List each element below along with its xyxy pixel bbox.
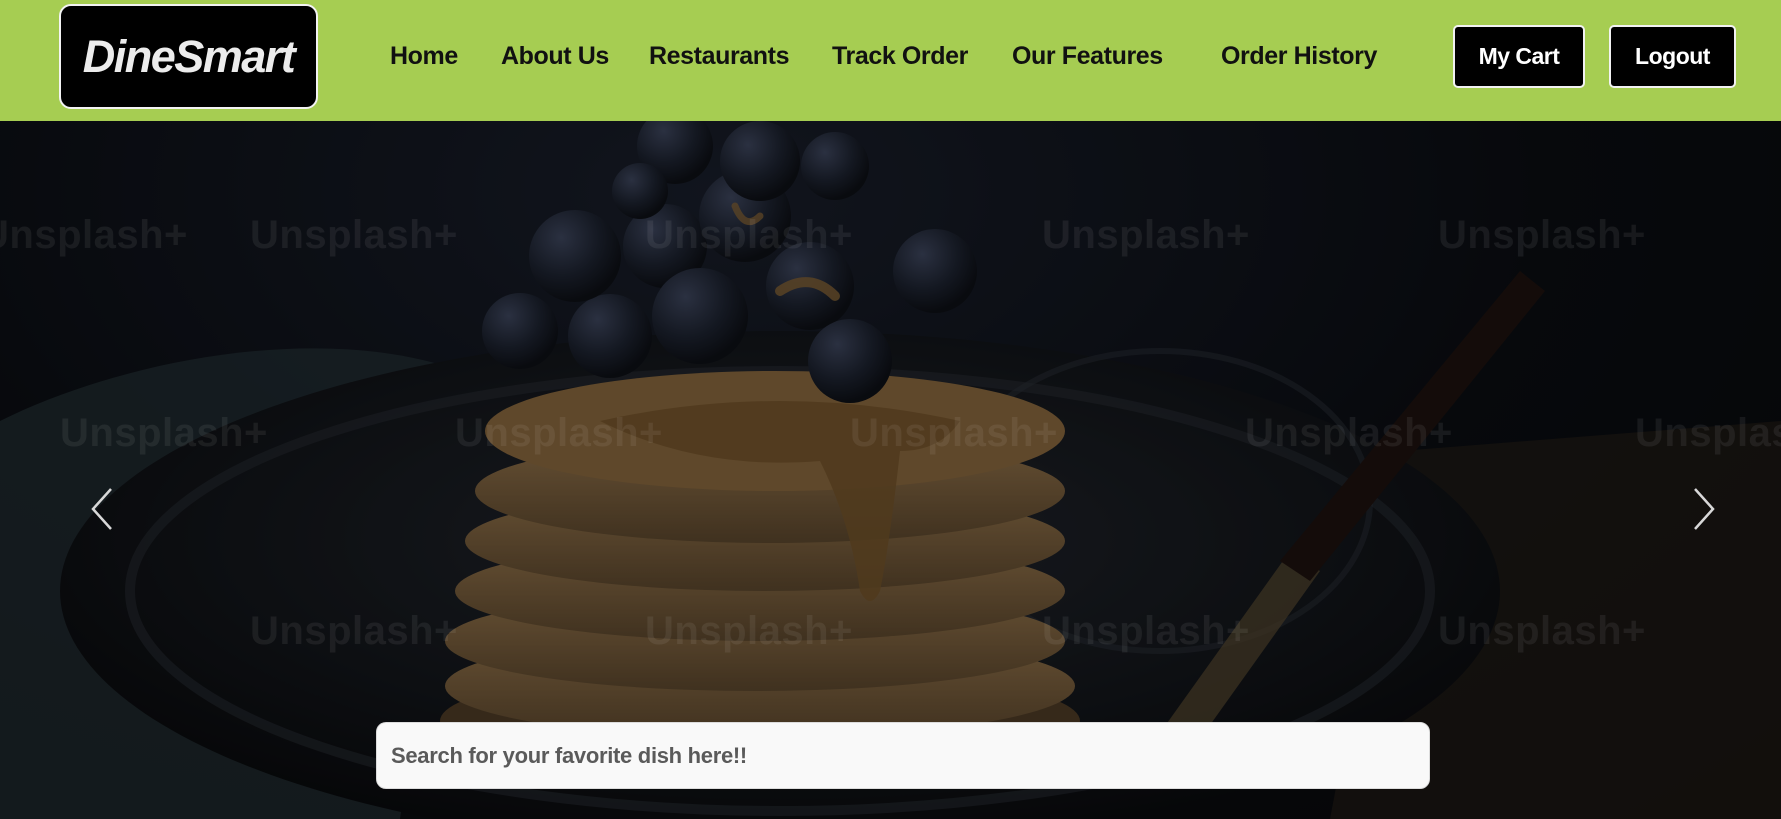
hero-image xyxy=(0,121,1781,819)
carousel-prev-button[interactable] xyxy=(82,479,122,539)
chevron-left-icon xyxy=(91,488,112,530)
carousel-next-button[interactable] xyxy=(1684,479,1724,539)
top-navbar: DineSmart Home About Us Restaurants Trac… xyxy=(0,0,1781,121)
brand-logo-text: DineSmart xyxy=(82,30,296,82)
my-cart-button[interactable]: My Cart xyxy=(1453,25,1585,88)
logout-button[interactable]: Logout xyxy=(1609,25,1736,88)
chevron-right-icon xyxy=(1694,488,1715,530)
nav-link-about-us[interactable]: About Us xyxy=(501,40,609,72)
brand-logo[interactable]: DineSmart xyxy=(59,4,318,109)
nav-link-track-order[interactable]: Track Order xyxy=(832,40,968,72)
nav-link-order-history[interactable]: Order History xyxy=(1221,40,1377,72)
hero-carousel: Unsplash+ Unsplash+ Unsplash+ Unsplash+ … xyxy=(0,121,1781,819)
nav-link-restaurants[interactable]: Restaurants xyxy=(649,40,790,72)
nav-link-home[interactable]: Home xyxy=(390,40,458,72)
dish-search-input[interactable] xyxy=(376,722,1430,789)
nav-link-our-features[interactable]: Our Features xyxy=(1012,40,1163,72)
